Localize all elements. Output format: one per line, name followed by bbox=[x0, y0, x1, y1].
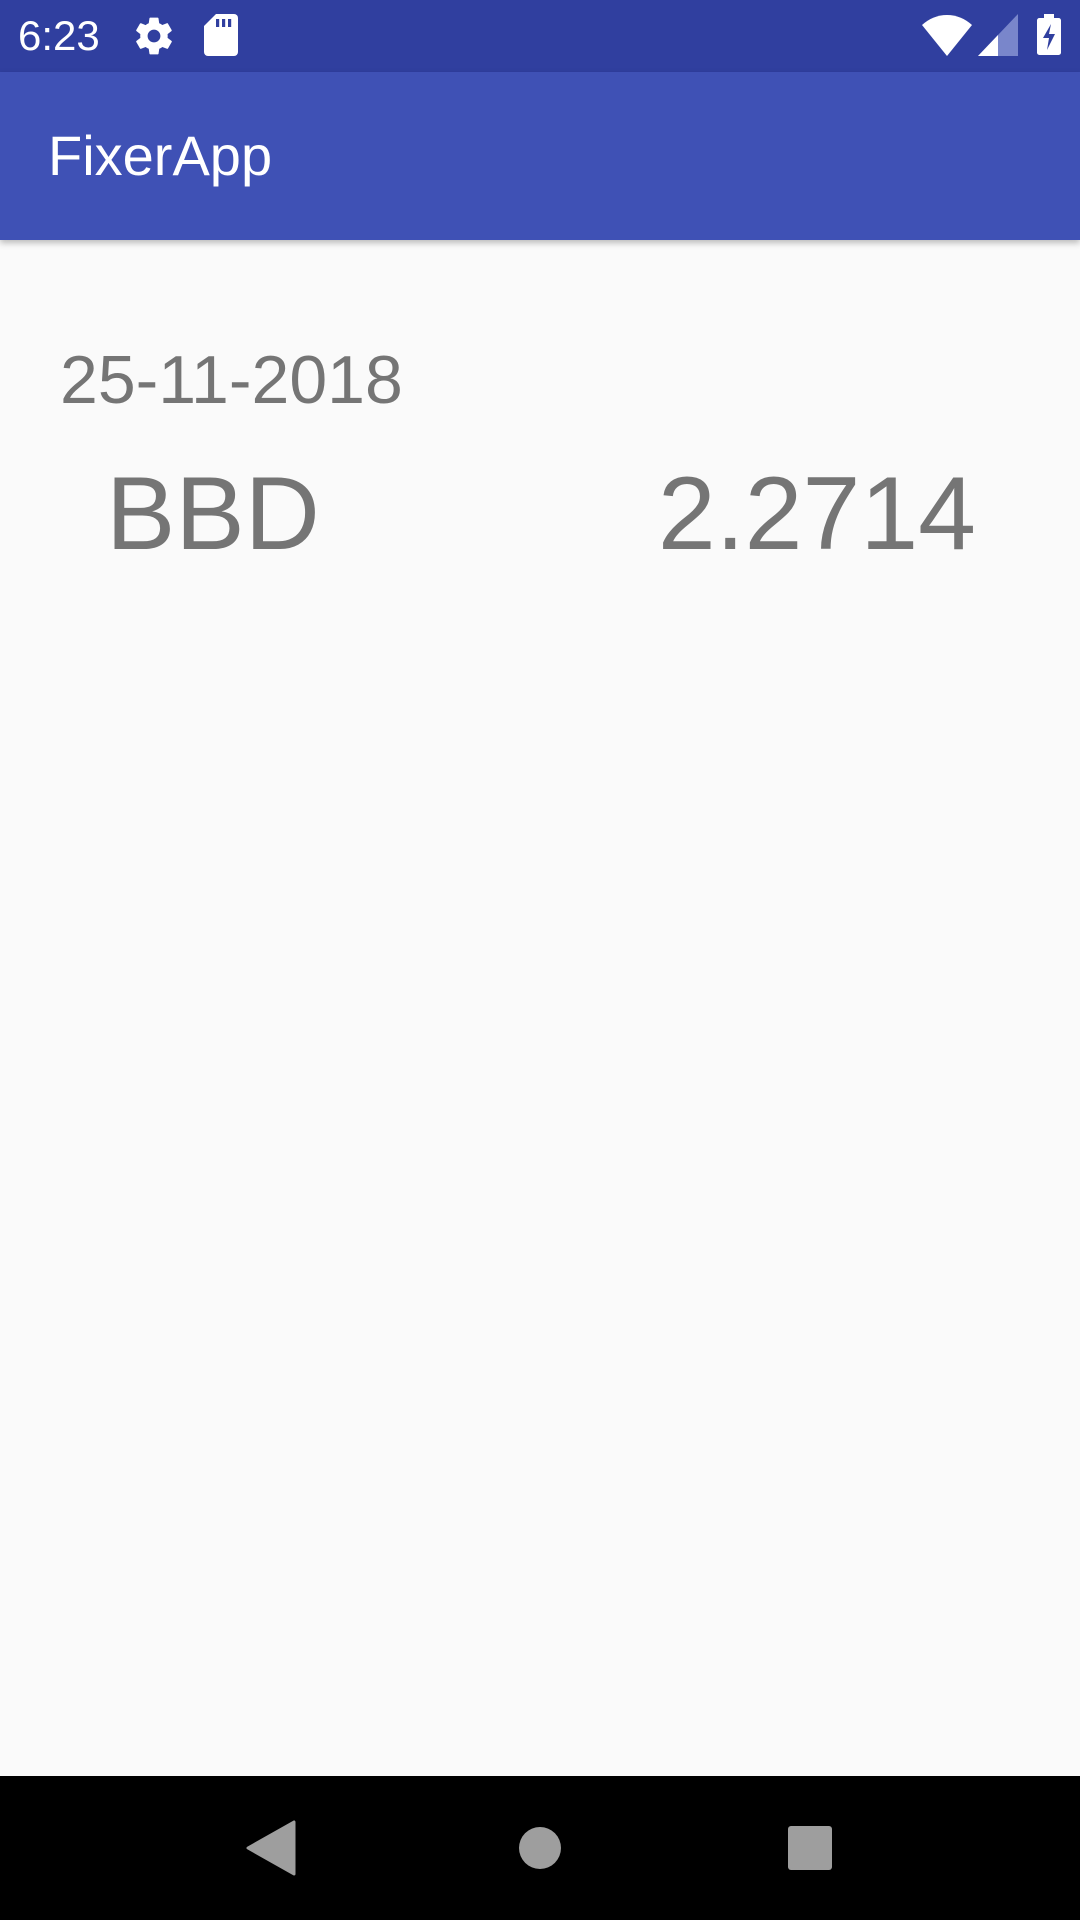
app-title: FixerApp bbox=[48, 124, 273, 187]
gear-icon bbox=[132, 14, 176, 63]
app-bar: FixerApp bbox=[0, 72, 1080, 240]
status-time: 6:23 bbox=[18, 12, 100, 59]
navigation-bar bbox=[0, 1776, 1080, 1920]
wifi-icon bbox=[922, 14, 972, 61]
currency-rate: 2.2714 bbox=[657, 456, 976, 572]
battery-charging-icon bbox=[1036, 14, 1062, 61]
screen: 6:23 FixerApp 25-11-2018 BBD 2.2714 bbox=[0, 0, 1080, 1920]
currency-code: BBD bbox=[106, 456, 320, 572]
rates-date: 25-11-2018 bbox=[60, 342, 403, 418]
home-icon[interactable] bbox=[508, 1816, 572, 1880]
recents-icon[interactable] bbox=[778, 1816, 842, 1880]
sd-card-icon bbox=[204, 14, 238, 61]
content-area: 25-11-2018 BBD 2.2714 bbox=[0, 240, 1080, 1776]
rate-row[interactable]: BBD 2.2714 bbox=[0, 454, 1080, 584]
status-bar: 6:23 bbox=[0, 0, 1080, 72]
back-icon[interactable] bbox=[240, 1816, 304, 1880]
signal-icon bbox=[978, 14, 1018, 61]
